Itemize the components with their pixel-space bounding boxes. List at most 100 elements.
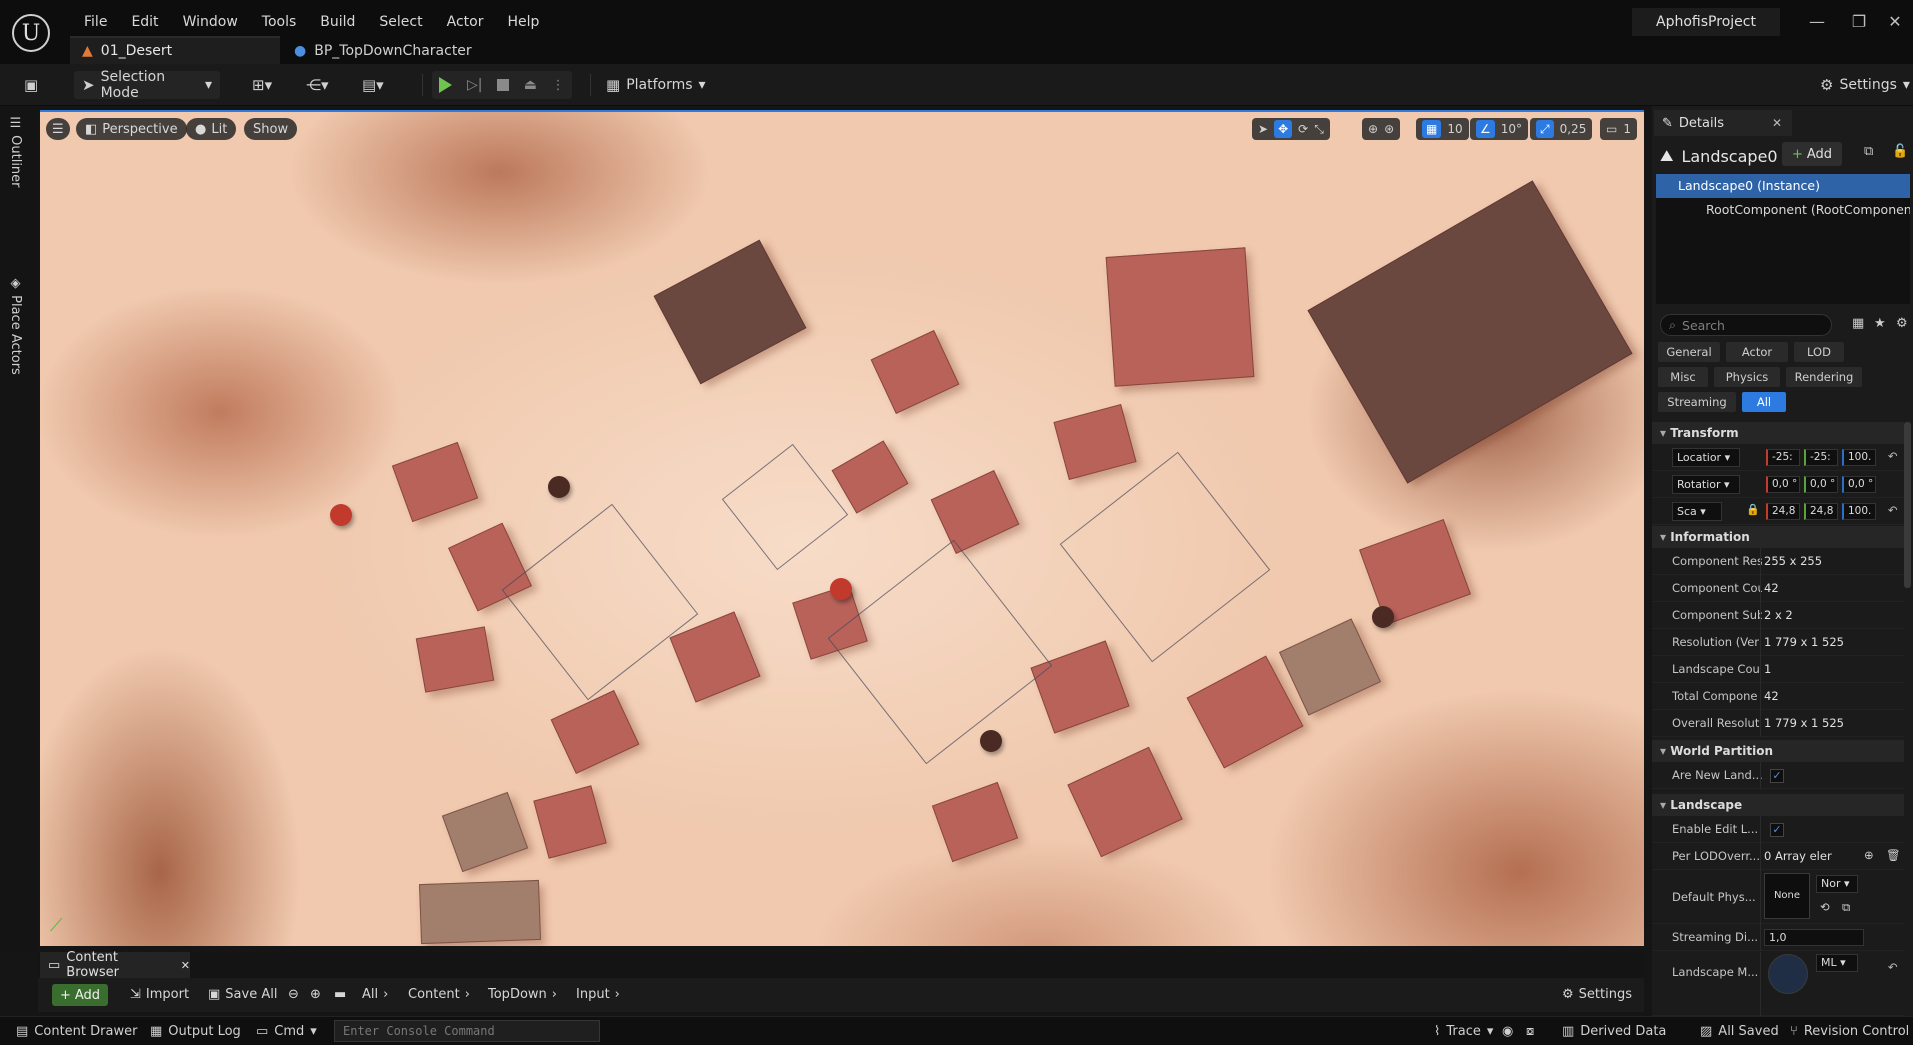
filter-streaming[interactable]: Streaming [1658, 392, 1736, 412]
rotation-dropdown[interactable]: Rotatior ▾ [1672, 475, 1740, 494]
tab-details[interactable]: ✎ Details ✕ [1654, 110, 1792, 136]
cb-import-button[interactable]: ⇲ Import [130, 984, 189, 1006]
filter-lod[interactable]: LOD [1794, 342, 1844, 362]
breadcrumb-topdown[interactable]: TopDown › [488, 984, 557, 1006]
lit-button[interactable]: ● Lit [186, 118, 237, 140]
scale-y-input[interactable]: 24,8 [1804, 503, 1838, 520]
filter-physics[interactable]: Physics [1714, 367, 1780, 387]
add-element-icon[interactable]: ⊕ [1864, 848, 1874, 862]
folder-icon[interactable]: ▬ [334, 984, 346, 1006]
location-z-input[interactable]: 100. [1842, 449, 1876, 466]
scale-x-input[interactable]: 24,8 [1766, 503, 1800, 520]
rotation-z-input[interactable]: 0,0 ° [1842, 476, 1876, 493]
scale-snap-button[interactable]: ⤢ 0,25 [1530, 118, 1593, 140]
default-phys-dropdown[interactable]: Nor ▾ [1816, 875, 1858, 893]
console-input[interactable]: Enter Console Command [334, 1020, 600, 1042]
menu-edit[interactable]: Edit [119, 11, 170, 33]
reset-icon[interactable]: ↶ [1888, 503, 1898, 517]
scale-dropdown[interactable]: Sca ▾ [1672, 502, 1722, 521]
location-y-input[interactable]: -25: [1804, 449, 1838, 466]
rotation-y-input[interactable]: 0,0 ° [1804, 476, 1838, 493]
show-button[interactable]: Show [244, 118, 298, 140]
breadcrumb-all[interactable]: All › [362, 984, 388, 1006]
section-landscape[interactable]: Landscape [1652, 794, 1904, 816]
scale-z-input[interactable]: 100. [1842, 503, 1876, 520]
cb-settings-button[interactable]: ⚙ Settings [1562, 984, 1632, 1006]
tab-outliner[interactable]: ☰ Outliner [8, 116, 23, 188]
close-icon[interactable]: ✕ [1772, 110, 1782, 136]
menu-file[interactable]: File [72, 11, 119, 33]
content-drawer-button[interactable]: ▤ Content Drawer [16, 1021, 137, 1043]
filter-rendering[interactable]: Rendering [1786, 367, 1862, 387]
viewport-menu-button[interactable]: ☰ [46, 118, 70, 140]
blueprints-icon[interactable]: ⋲▾ [298, 71, 337, 99]
cinematics-icon[interactable]: ▤▾ [354, 71, 392, 99]
revision-control-button[interactable]: ⑂ Revision Control [1790, 1021, 1909, 1043]
section-world-partition[interactable]: World Partition [1652, 740, 1904, 762]
menu-actor[interactable]: Actor [435, 11, 496, 33]
gear-icon[interactable]: ⚙ [1896, 316, 1908, 331]
stop-icon[interactable] [497, 79, 510, 91]
more-options-icon[interactable]: ⋮ [552, 78, 565, 93]
all-saved-button[interactable]: ▨ All Saved [1700, 1021, 1779, 1043]
menu-build[interactable]: Build [308, 11, 367, 33]
derived-data-button[interactable]: ▥ Derived Data [1562, 1021, 1666, 1043]
streaming-input[interactable]: 1,0 [1764, 929, 1864, 946]
tab-level-desert[interactable]: ▲ 01_Desert [70, 36, 280, 64]
grid-snap-button[interactable]: ▦ 10 [1416, 118, 1469, 140]
perspective-button[interactable]: ◧ Perspective [76, 118, 187, 140]
star-icon[interactable]: ★ [1874, 316, 1886, 331]
details-search-input[interactable]: ⌕ Search [1660, 314, 1832, 336]
menu-select[interactable]: Select [367, 11, 434, 33]
breadcrumb-content[interactable]: Content › [408, 984, 470, 1006]
menu-tools[interactable]: Tools [250, 11, 309, 33]
component-item-root[interactable]: RootComponent (RootComponent0) [1656, 198, 1910, 222]
section-transform[interactable]: Transform [1652, 422, 1904, 444]
tab-blueprint[interactable]: ● BP_TopDownCharacter [288, 38, 472, 64]
enable-edit-checkbox[interactable]: ✓ [1770, 823, 1784, 837]
tab-content-browser[interactable]: ▭ Content Browser ✕ [40, 950, 190, 980]
table-view-icon[interactable]: ▦ [1852, 316, 1864, 331]
rotation-snap-button[interactable]: ∠ 10° [1470, 118, 1529, 140]
step-icon[interactable]: ▷| [467, 77, 482, 93]
screenshot-icon[interactable]: ⧇ [1526, 1021, 1534, 1043]
coordinate-space-button[interactable]: ⊕ ⊛ [1362, 118, 1401, 140]
use-selected-icon[interactable]: ⧉ [1842, 900, 1850, 915]
maximize-icon[interactable]: ❐ [1844, 12, 1874, 31]
filter-all[interactable]: All [1742, 392, 1786, 412]
landscape-material-thumbnail[interactable] [1768, 954, 1808, 994]
minimize-icon[interactable]: — [1802, 12, 1832, 31]
cmd-dropdown[interactable]: ▭ Cmd ▾ [256, 1021, 317, 1043]
add-actor-icon[interactable]: ⊞▾ [244, 71, 280, 99]
filter-misc[interactable]: Misc [1658, 367, 1708, 387]
scale-tool-icon[interactable]: ⤡ [1314, 122, 1324, 137]
reset-icon[interactable]: ↶ [1888, 960, 1898, 974]
filter-actor[interactable]: Actor [1726, 342, 1788, 362]
add-component-button[interactable]: + Add [1782, 142, 1842, 166]
default-phys-thumbnail[interactable]: None [1764, 873, 1810, 919]
close-icon[interactable]: ✕ [181, 959, 190, 972]
tab-place-actors[interactable]: ◈ Place Actors [8, 276, 23, 375]
selection-mode-dropdown[interactable]: ➤ Selection Mode ▾ [74, 69, 220, 101]
unreal-logo-icon[interactable]: U [12, 14, 50, 52]
section-information[interactable]: Information [1652, 526, 1904, 548]
reset-icon[interactable]: ↶ [1888, 449, 1898, 463]
menu-help[interactable]: Help [495, 11, 551, 33]
rotate-tool-icon[interactable]: ⟳ [1298, 122, 1308, 136]
details-scrollbar[interactable] [1904, 422, 1911, 588]
history-forward-icon[interactable]: ⊕ [310, 984, 321, 1006]
cb-save-all-button[interactable]: ▣ Save All [208, 984, 277, 1006]
lock-icon[interactable]: 🔒 [1746, 503, 1760, 516]
play-icon[interactable] [439, 77, 453, 93]
record-icon[interactable]: ◉ [1502, 1021, 1513, 1043]
lock-icon[interactable]: 🔓 [1892, 144, 1908, 159]
save-icon[interactable]: ▣ [16, 71, 46, 99]
menu-window[interactable]: Window [171, 11, 250, 33]
landscape-material-dropdown[interactable]: ML ▾ [1816, 954, 1858, 972]
close-window-icon[interactable]: ✕ [1880, 12, 1910, 31]
level-viewport[interactable]: ☰ ◧ Perspective ● Lit Show ➤ ✥ ⟳ ⤡ ⊕ ⊛ ▦… [40, 110, 1644, 946]
trace-button[interactable]: ⌇ Trace ▾ [1434, 1021, 1493, 1043]
trash-icon[interactable]: 🗑 [1886, 848, 1901, 862]
blueprint-convert-icon[interactable]: ⧉ [1864, 144, 1873, 159]
rotation-x-input[interactable]: 0,0 ° [1766, 476, 1800, 493]
